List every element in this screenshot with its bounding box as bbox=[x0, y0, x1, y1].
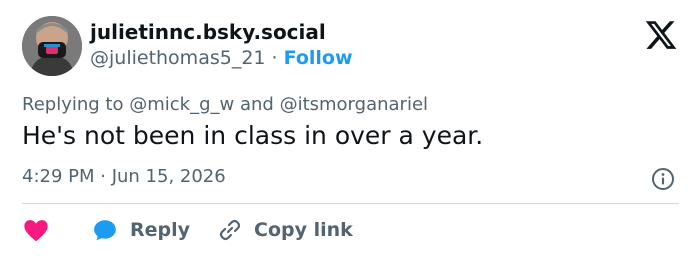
author-handle-row: @juliethomas5_21 · Follow bbox=[90, 47, 353, 69]
copy-link-label: Copy link bbox=[254, 219, 353, 241]
speech-bubble-icon bbox=[92, 217, 118, 243]
author-display-name[interactable]: julietinnc.bsky.social bbox=[90, 20, 326, 44]
replying-prefix: Replying to bbox=[22, 94, 124, 115]
info-icon[interactable] bbox=[651, 167, 675, 191]
handle-separator: · bbox=[271, 47, 278, 69]
x-logo-icon[interactable] bbox=[644, 18, 678, 52]
link-icon bbox=[218, 218, 242, 242]
mention-link-2[interactable]: @itsmorganariel bbox=[280, 94, 428, 115]
copy-link-button[interactable]: Copy link bbox=[218, 218, 353, 242]
follow-button[interactable]: Follow bbox=[284, 47, 353, 69]
heart-icon[interactable] bbox=[22, 216, 50, 244]
replying-conjunction: and bbox=[239, 94, 274, 115]
action-bar: Reply Copy link bbox=[22, 216, 353, 244]
reply-button[interactable]: Reply bbox=[92, 217, 190, 243]
author-handle[interactable]: @juliethomas5_21 bbox=[90, 47, 266, 69]
divider bbox=[22, 203, 679, 204]
reply-label: Reply bbox=[130, 219, 191, 241]
avatar[interactable] bbox=[22, 16, 82, 76]
post-text: He's not been in class in over a year. bbox=[22, 121, 484, 150]
avatar-image bbox=[22, 16, 82, 76]
mention-link-1[interactable]: @mick_g_w bbox=[129, 94, 234, 115]
post-timestamp[interactable]: 4:29 PM · Jun 15, 2026 bbox=[22, 166, 226, 187]
reply-context: Replying to @mick_g_w and @itsmorganarie… bbox=[22, 94, 428, 115]
